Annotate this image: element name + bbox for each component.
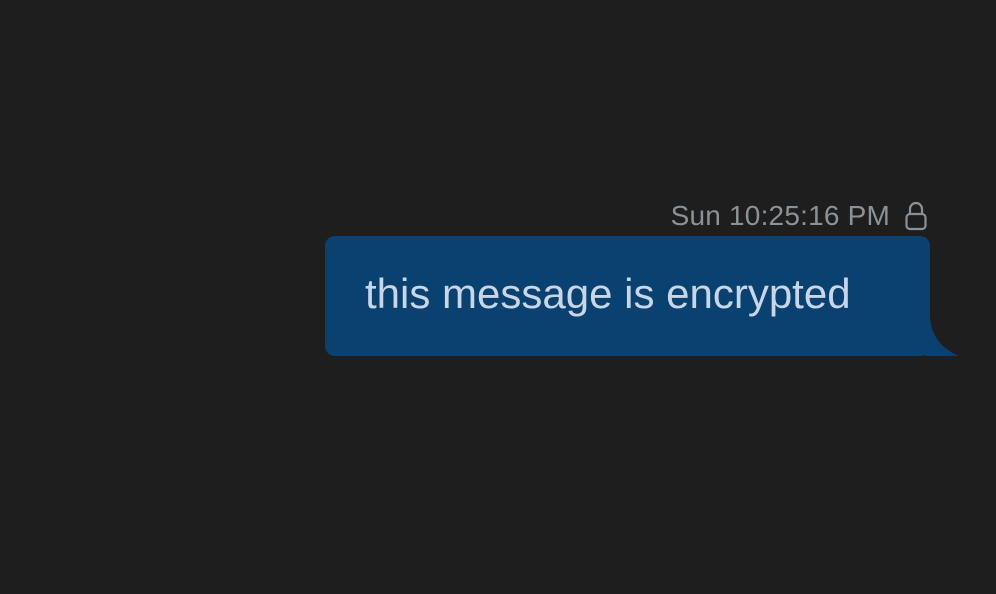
message-bubble-body: this message is encrypted	[325, 236, 930, 356]
lock-icon	[905, 201, 927, 231]
bubble-tail	[925, 316, 959, 356]
message-meta: Sun 10:25:16 PM	[671, 196, 928, 236]
message-timestamp: Sun 10:25:16 PM	[670, 200, 890, 231]
message-text: this message is encrypted	[365, 270, 851, 317]
message-bubble[interactable]: this message is encrypted	[325, 236, 959, 356]
chat-view: Sun 10:25:16 PM this message is encrypte…	[0, 0, 996, 594]
